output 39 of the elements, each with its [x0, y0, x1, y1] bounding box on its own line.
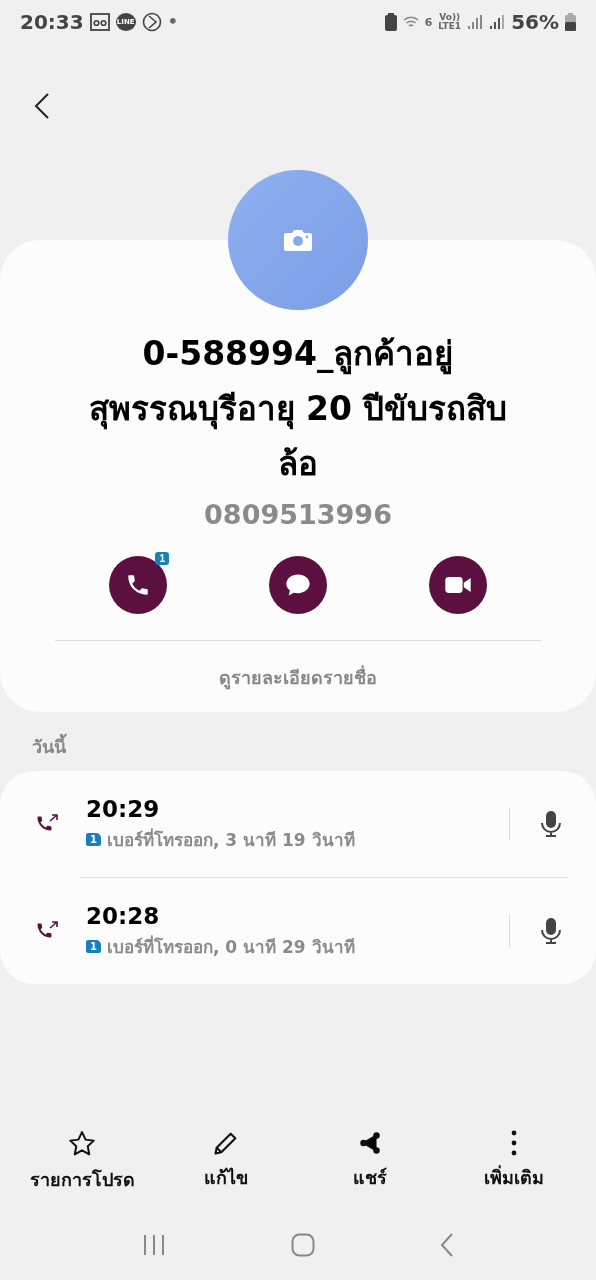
section-heading: วันนี้ — [0, 712, 596, 771]
sim-badge: 1 — [155, 552, 169, 565]
edit-button[interactable]: แก้ไข — [161, 1128, 291, 1210]
camera-icon — [283, 228, 313, 252]
more-icon — [510, 1129, 518, 1157]
phone-icon — [125, 572, 151, 598]
message-button[interactable] — [269, 556, 327, 614]
microphone-icon — [540, 810, 562, 838]
favorite-button[interactable]: รายการโปรด — [17, 1128, 147, 1210]
wifi-standard: 6 — [424, 16, 433, 28]
signal-icon — [467, 14, 484, 30]
battery-saver-icon — [384, 13, 397, 31]
call-detail: เบอร์ที่โทรออก, 0 นาที 29 วินาที — [106, 934, 355, 959]
status-time: 20:33 — [20, 10, 84, 34]
recent-apps-icon — [142, 1234, 167, 1256]
microphone-icon — [540, 917, 562, 945]
video-call-button[interactable] — [429, 556, 487, 614]
signal-icon — [489, 14, 506, 30]
sim-badge: 1 — [86, 939, 101, 953]
lte-label: LTE1 — [438, 22, 462, 31]
home-icon — [291, 1233, 315, 1257]
call-detail: เบอร์ที่โทรออก, 3 นาที 19 วินาที — [106, 827, 355, 852]
volte-label: Vo)) — [439, 13, 461, 22]
contact-name: 0-588994_ลูกค้าอยู่สุพรรณบุรีอายุ 20 ปีขับรถสิบล้อ — [87, 333, 509, 485]
more-button[interactable]: เพิ่มเติม — [449, 1128, 579, 1210]
sim-badge: 1 — [86, 832, 101, 846]
share-button[interactable]: แชร์ — [305, 1128, 435, 1210]
wifi-icon — [402, 15, 419, 29]
notification-dot: • — [167, 14, 178, 30]
call-time: 20:29 — [86, 795, 161, 822]
battery-percent: 56% — [511, 10, 559, 34]
back-icon — [439, 1233, 454, 1257]
back-icon — [34, 92, 50, 120]
voicemail-icon — [89, 13, 110, 31]
share-icon — [357, 1129, 383, 1157]
chat-bubble-icon — [284, 572, 312, 598]
battery-icon — [565, 13, 576, 31]
phone-number: 0809513996 — [204, 499, 392, 530]
call-time: 20:28 — [86, 902, 161, 929]
